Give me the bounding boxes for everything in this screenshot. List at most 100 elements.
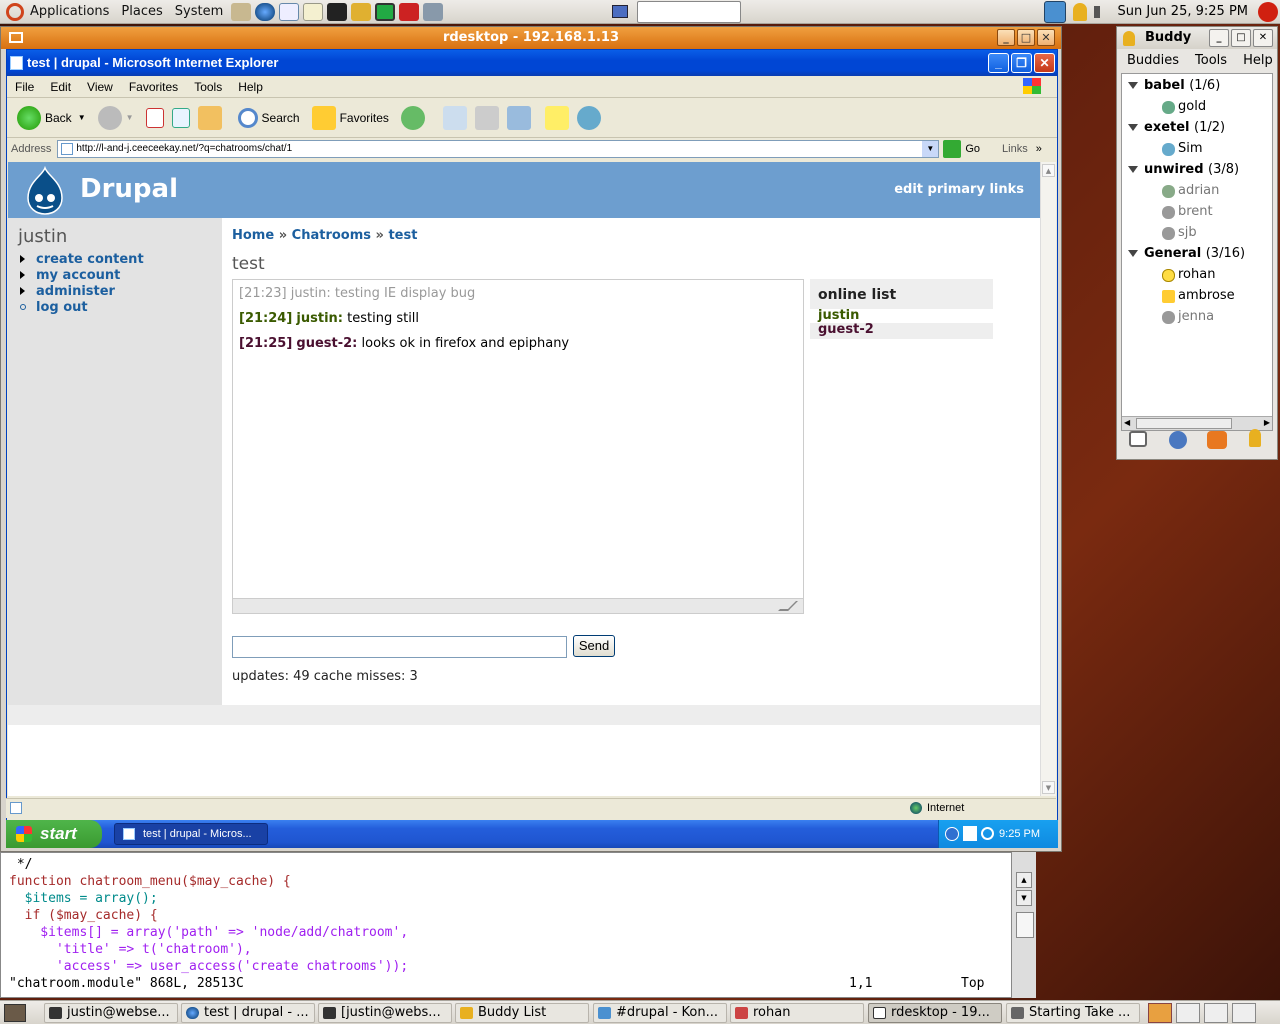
buddy-titlebar[interactable]: Buddy _ □ ✕ — [1117, 27, 1277, 49]
workspace-icon[interactable] — [1176, 1003, 1200, 1023]
taskbar-item[interactable]: #drupal - Kon... — [593, 1003, 727, 1023]
shutdown-icon[interactable] — [1258, 2, 1278, 22]
pidgin-tray-icon[interactable] — [1073, 3, 1087, 21]
network-icon[interactable] — [423, 2, 444, 21]
search-label[interactable]: Search — [262, 111, 300, 125]
games-icon[interactable] — [399, 2, 420, 21]
messenger-icon[interactable] — [576, 105, 601, 130]
buddy-item[interactable]: rohan — [1178, 267, 1215, 282]
terminal-icon[interactable] — [327, 2, 348, 21]
edit-primary-links[interactable]: edit primary links — [894, 182, 1024, 197]
taskbar-item[interactable]: test | drupal - ... — [181, 1003, 315, 1023]
online-user[interactable]: justin — [818, 308, 859, 323]
taskbar-item[interactable]: Starting Take ... — [1006, 1003, 1140, 1023]
back-dropdown-icon[interactable]: ▼ — [78, 113, 86, 122]
address-dropdown-icon[interactable]: ▼ — [922, 141, 939, 157]
buddy-item[interactable]: sjb — [1178, 225, 1197, 240]
menu-favorites[interactable]: Favorites — [129, 80, 178, 94]
maximize-button[interactable]: □ — [1017, 29, 1035, 46]
close-button[interactable]: ✕ — [1037, 29, 1055, 46]
forward-icon[interactable] — [97, 105, 122, 130]
menu-buddies[interactable]: Buddies — [1127, 53, 1179, 68]
buddy-item[interactable]: jenna — [1178, 309, 1214, 324]
vim-terminal[interactable]: */ function chatroom_menu($may_cache) { … — [0, 852, 1012, 998]
buddy-tray-icon[interactable] — [1044, 1, 1066, 23]
tray-collapse-icon[interactable] — [945, 827, 959, 841]
expander-icon[interactable] — [1128, 250, 1138, 257]
nav-create-content[interactable]: create content — [20, 252, 144, 267]
online-user[interactable]: guest-2 — [818, 322, 874, 337]
drupal-logo-icon[interactable] — [22, 166, 68, 216]
show-desktop-icon[interactable] — [4, 1004, 26, 1022]
join-chat-icon[interactable] — [1207, 431, 1227, 449]
rdesktop-titlebar[interactable]: rdesktop - 192.168.1.13 _ □ ✕ — [1, 27, 1061, 49]
buddy-item[interactable]: Sim — [1178, 141, 1203, 156]
menu-edit[interactable]: Edit — [50, 80, 71, 94]
mail-icon[interactable] — [442, 105, 467, 130]
scroll-right-icon[interactable]: ▶ — [1264, 418, 1270, 427]
xp-clock[interactable]: 9:25 PM — [999, 828, 1040, 840]
buddy-minimize-button[interactable]: _ — [1209, 29, 1229, 47]
expander-icon[interactable] — [1128, 166, 1138, 173]
ie-close-button[interactable]: ✕ — [1034, 53, 1055, 73]
resize-grip-icon[interactable] — [778, 601, 798, 611]
links-button[interactable]: Links — [1002, 143, 1028, 155]
breadcrumb-home[interactable]: Home — [232, 228, 274, 243]
favorites-star-icon[interactable] — [311, 105, 336, 130]
go-button[interactable]: Go — [965, 143, 980, 155]
nav-log-out[interactable]: log out — [20, 300, 88, 315]
menu-places[interactable]: Places — [121, 4, 162, 19]
tray-av-icon[interactable] — [963, 826, 977, 841]
back-icon[interactable] — [17, 105, 41, 130]
menu-help[interactable]: Help — [1243, 53, 1273, 68]
menu-file[interactable]: File — [15, 80, 34, 94]
expander-icon[interactable] — [1128, 124, 1138, 131]
menu-view[interactable]: View — [87, 80, 113, 94]
scroll-down-icon[interactable]: ▼ — [1016, 890, 1032, 906]
taskbar-item[interactable]: [justin@webs... — [318, 1003, 452, 1023]
scroll-thumb[interactable] — [1016, 912, 1034, 938]
ie-minimize-button[interactable]: _ — [988, 53, 1009, 73]
away-icon[interactable] — [1249, 429, 1261, 447]
print-icon[interactable] — [474, 105, 499, 130]
back-label[interactable]: Back — [45, 111, 72, 125]
ie-titlebar[interactable]: test | drupal - Microsoft Internet Explo… — [7, 50, 1057, 76]
mail-icon[interactable] — [231, 2, 252, 21]
page-scrollbar[interactable]: ▲ ▼ — [1040, 162, 1056, 796]
buddy-item[interactable]: brent — [1178, 204, 1213, 219]
workspace-icon[interactable] — [612, 5, 628, 18]
menu-system[interactable]: System — [175, 4, 223, 19]
stop-icon[interactable] — [145, 107, 164, 128]
buddy-item[interactable]: adrian — [1178, 183, 1219, 198]
taskbar-item[interactable]: Buddy List — [455, 1003, 589, 1023]
home-icon[interactable] — [197, 105, 222, 130]
menu-tools[interactable]: Tools — [1195, 53, 1227, 68]
clock[interactable]: Sun Jun 25, 9:25 PM — [1118, 4, 1249, 19]
buddy-maximize-button[interactable]: □ — [1231, 29, 1251, 47]
chat-resize-bar[interactable] — [232, 598, 804, 614]
group-babel[interactable]: babel (1/6) — [1144, 78, 1220, 93]
buddy-hscrollbar[interactable]: ◀ ▶ — [1122, 416, 1272, 430]
edit-icon[interactable] — [506, 105, 531, 130]
taskbar-item[interactable]: rohan — [730, 1003, 864, 1023]
menu-tools[interactable]: Tools — [194, 80, 222, 94]
links-chevron-icon[interactable]: » — [1036, 143, 1042, 155]
scroll-left-icon[interactable]: ◀ — [1124, 418, 1130, 427]
menu-applications[interactable]: Applications — [30, 4, 109, 19]
workspace-icon[interactable] — [1148, 1003, 1172, 1023]
scroll-up-icon[interactable]: ▲ — [1016, 872, 1032, 888]
send-button[interactable]: Send — [573, 635, 615, 657]
favorites-label[interactable]: Favorites — [340, 111, 389, 125]
go-icon[interactable] — [943, 140, 962, 158]
info-icon[interactable] — [1169, 431, 1187, 449]
minimize-button[interactable]: _ — [997, 29, 1015, 46]
workspace-switcher[interactable] — [637, 1, 741, 23]
group-unwired[interactable]: unwired (3/8) — [1144, 162, 1239, 177]
send-im-icon[interactable] — [1129, 431, 1147, 447]
gnome-logo-icon[interactable] — [6, 2, 24, 21]
refresh-icon[interactable] — [171, 107, 190, 128]
editor-icon[interactable] — [303, 2, 324, 21]
chat-input[interactable] — [232, 636, 567, 658]
address-input[interactable]: http://l-and-j.ceeceekay.net/?q=chatroom… — [57, 140, 940, 158]
workspace-icon[interactable] — [1204, 1003, 1228, 1023]
